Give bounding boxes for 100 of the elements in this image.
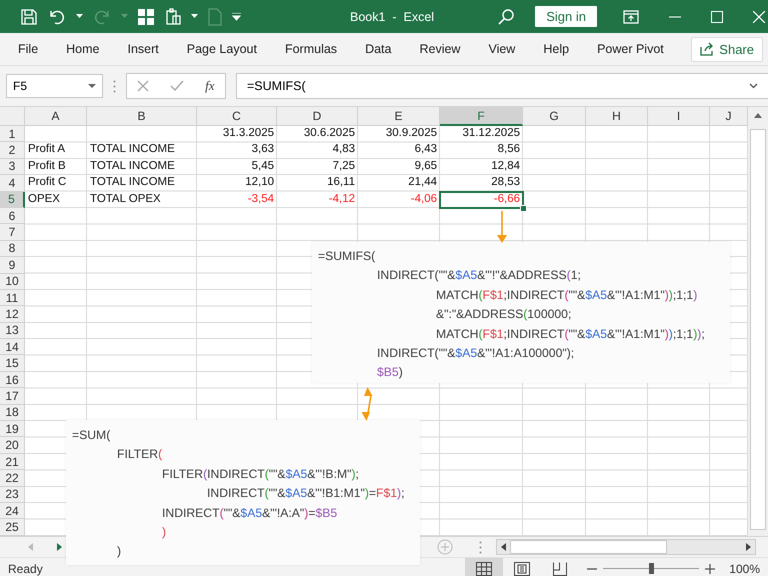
- ribbon-tab[interactable]: File: [8, 42, 48, 56]
- share-icon: [700, 42, 714, 56]
- row-header[interactable]: 19: [0, 421, 25, 438]
- zoom-in-icon[interactable]: [705, 564, 716, 574]
- formula-line: ): [117, 543, 122, 560]
- insert-function-button[interactable]: fx: [205, 78, 215, 94]
- column-header[interactable]: C: [197, 107, 277, 126]
- column-header[interactable]: D: [277, 107, 358, 126]
- row-header[interactable]: 5: [0, 192, 25, 208]
- formula-line: MATCH(F$1;INDIRECT(""&$A5&"'!A1:M1"));1;1): [436, 286, 698, 304]
- column-header[interactable]: B: [87, 107, 197, 126]
- row-header[interactable]: 7: [0, 224, 25, 241]
- minimize-icon[interactable]: [669, 16, 681, 18]
- row-header[interactable]: 6: [0, 208, 25, 224]
- cell-value: 28,53: [490, 175, 521, 190]
- name-box[interactable]: F5: [6, 74, 103, 98]
- grid-icon[interactable]: [137, 8, 155, 26]
- formula-line: INDIRECT(""&$A5&"'!A:A")=$B5: [162, 504, 338, 522]
- caret-icon[interactable]: [76, 14, 83, 19]
- row-header[interactable]: 14: [0, 339, 25, 356]
- ribbon-tab[interactable]: Page Layout: [176, 42, 267, 56]
- cell-value: 7,25: [332, 158, 356, 174]
- row-header[interactable]: 17: [0, 388, 25, 405]
- column-header[interactable]: J: [710, 107, 748, 126]
- cell-value: TOTAL OPEX: [89, 192, 162, 207]
- row-header[interactable]: 23: [0, 486, 25, 503]
- caret-icon[interactable]: [191, 14, 198, 19]
- row-header[interactable]: 1: [0, 126, 25, 142]
- formula-line: $B5): [377, 364, 404, 382]
- row-header[interactable]: 2: [0, 142, 25, 159]
- cell-value: -4,06: [410, 192, 438, 207]
- row-header[interactable]: 3: [0, 158, 25, 176]
- formula-line: MATCH(F$1;INDIRECT(""&$A5&"'!A1:M1"));1;1));: [436, 326, 706, 343]
- cell-value: 31.12.2025: [461, 126, 521, 141]
- cell-value: Profit A: [27, 142, 66, 158]
- column-header[interactable]: H: [586, 107, 648, 126]
- ribbon-tab[interactable]: Home: [56, 42, 110, 56]
- share-button[interactable]: Share: [691, 36, 763, 62]
- cell-value: 3,63: [250, 142, 275, 158]
- row-header[interactable]: 8: [0, 240, 25, 258]
- expand-icon[interactable]: [749, 83, 758, 89]
- row-header[interactable]: 18: [0, 404, 25, 422]
- vertical-scrollbar[interactable]: [748, 107, 768, 536]
- formula-input[interactable]: =SUMIFS(: [236, 73, 768, 99]
- column-header[interactable]: I: [648, 107, 710, 126]
- check-icon[interactable]: [170, 80, 184, 92]
- formula-line: =SUM(: [72, 427, 112, 444]
- cell-value: 12,10: [244, 175, 275, 190]
- ribbon-tab[interactable]: Formulas: [274, 42, 348, 56]
- cell-value: TOTAL INCOME: [89, 175, 176, 190]
- clipboard-icon[interactable]: [164, 8, 182, 26]
- formula-line: &":"&ADDRESS(100000;: [436, 306, 572, 324]
- ribbon-tab[interactable]: View: [478, 42, 526, 56]
- horizontal-scrollbar[interactable]: [496, 539, 756, 555]
- column-header[interactable]: G: [523, 107, 586, 126]
- zoom-level[interactable]: 100%: [729, 562, 760, 576]
- grid-icon: [476, 562, 492, 576]
- row-header[interactable]: 12: [0, 306, 25, 323]
- zoom-slider-thumb[interactable]: [649, 563, 654, 574]
- row-header[interactable]: 15: [0, 355, 25, 372]
- grip-icon: [479, 540, 482, 554]
- sign-in-button[interactable]: Sign in: [535, 6, 597, 27]
- search-icon[interactable]: [497, 8, 516, 26]
- row-header[interactable]: 4: [0, 175, 25, 192]
- status-text: Ready: [8, 562, 43, 576]
- row-header[interactable]: 9: [0, 257, 25, 274]
- column-header[interactable]: E: [358, 107, 440, 126]
- cell-value: 8,56: [496, 142, 521, 158]
- column-header[interactable]: A: [25, 107, 87, 126]
- maximize-icon[interactable]: [711, 10, 723, 22]
- formula-line: FILTER(INDIRECT(""&$A5&"'!B:M");: [162, 466, 360, 483]
- row-header[interactable]: 16: [0, 372, 25, 388]
- row-header[interactable]: 24: [0, 502, 25, 520]
- close-icon[interactable]: [753, 10, 765, 22]
- row-header[interactable]: 13: [0, 322, 25, 340]
- ribbon-tab[interactable]: Data: [355, 42, 402, 56]
- ribbon-tab[interactable]: Insert: [118, 42, 169, 56]
- caret-icon: [88, 84, 96, 88]
- normal-view-button[interactable]: [465, 558, 504, 576]
- formula-line: ): [162, 524, 168, 541]
- next-sheet-icon[interactable]: [57, 543, 62, 551]
- row-header[interactable]: 11: [0, 290, 25, 306]
- cell-value: 21,44: [407, 175, 438, 190]
- left-arrow-icon[interactable]: [501, 543, 506, 551]
- cell-value: 30.6.2025: [302, 126, 356, 141]
- ribbon-display-icon[interactable]: [623, 10, 639, 24]
- right-arrow-icon[interactable]: [746, 543, 751, 551]
- row-header[interactable]: 25: [0, 519, 25, 536]
- ribbon-tab[interactable]: Review: [409, 42, 470, 56]
- column-header[interactable]: F: [440, 107, 523, 126]
- save-icon[interactable]: [20, 8, 38, 26]
- cell-value: 12,84: [490, 158, 521, 174]
- ribbon-tab[interactable]: Power Pivot: [587, 42, 674, 56]
- row-header[interactable]: 22: [0, 470, 25, 487]
- row-header[interactable]: 21: [0, 454, 25, 470]
- ribbon-tab[interactable]: Help: [533, 42, 580, 56]
- up-arrow-icon[interactable]: [754, 113, 762, 118]
- row-header[interactable]: 10: [0, 274, 25, 290]
- customize-icon[interactable]: [232, 12, 241, 20]
- row-header[interactable]: 20: [0, 437, 25, 454]
